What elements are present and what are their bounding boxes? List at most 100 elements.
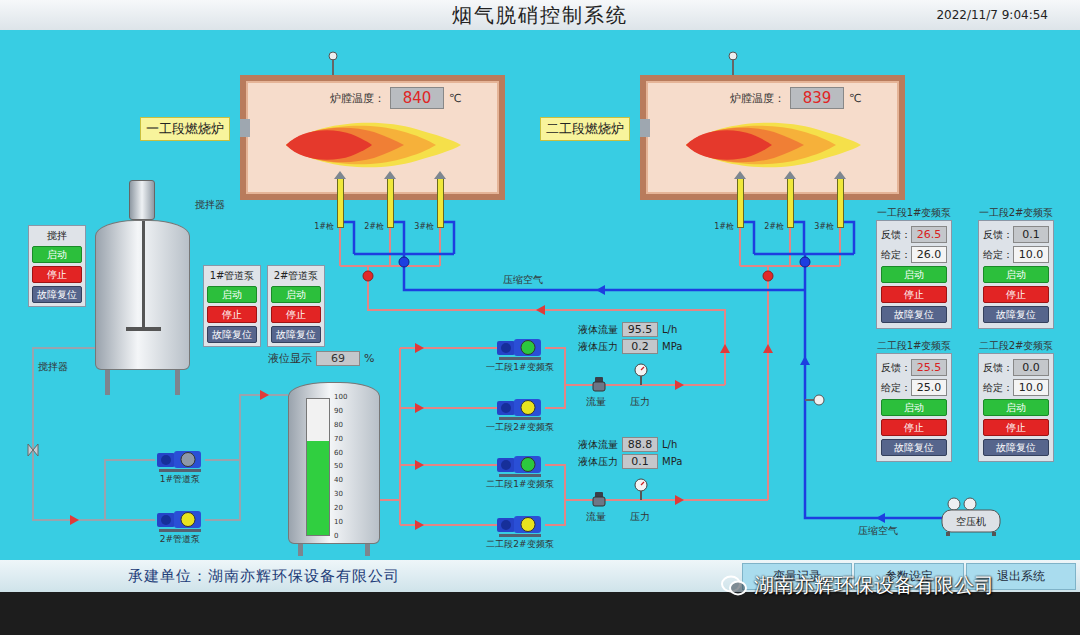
stop-button[interactable]: 停止	[983, 419, 1049, 436]
flow-label: 液体流量	[578, 438, 618, 452]
pump-label: 二工段1#变频泵	[486, 478, 553, 490]
furnace: 一工段燃烧炉炉膛温度：840℃1#枪2#枪3#枪	[240, 75, 505, 200]
stop-button[interactable]: 停止	[32, 266, 82, 283]
scale-tick: 90	[334, 407, 347, 416]
feed-pipe	[205, 459, 240, 461]
vfd-pump[interactable]: 二工段2#变频泵	[465, 512, 575, 550]
stop-button[interactable]: 停止	[881, 286, 947, 303]
furnace-label: 二工段燃烧炉	[540, 117, 630, 141]
pipeline-pump[interactable]: 2#管道泵	[140, 507, 220, 545]
vfd-panel-body: 反馈：25.5给定：25.0启动停止故障复位	[876, 353, 952, 462]
feedback-row: 反馈：26.5	[881, 226, 947, 243]
liquid-pipe	[389, 228, 391, 266]
air-gauge-icon	[814, 395, 824, 405]
start-button[interactable]: 启动	[32, 246, 82, 263]
mixer-shaft-icon	[142, 221, 145, 331]
feedback-value: 26.5	[911, 226, 947, 243]
vfd-pump[interactable]: 一工段2#变频泵	[465, 395, 575, 433]
start-button[interactable]: 启动	[207, 286, 257, 303]
pump-label: 一工段1#变频泵	[486, 361, 553, 373]
vfd-pump[interactable]: 二工段1#变频泵	[465, 452, 575, 490]
storage-tank: 1009080706050403020100	[288, 376, 380, 556]
pump-icon	[495, 452, 545, 478]
stop-button[interactable]: 停止	[271, 306, 321, 323]
start-button[interactable]: 启动	[983, 266, 1049, 283]
tank-leg	[175, 370, 180, 395]
furnace-door	[640, 119, 650, 137]
vfd-pump[interactable]: 一工段1#变频泵	[465, 335, 575, 373]
flow-arrow-icon	[675, 495, 684, 505]
meter-group: 液体流量88.8L/h液体压力0.1MPa流量压力	[578, 437, 708, 529]
reset-button[interactable]: 故障复位	[881, 306, 947, 323]
temperature-unit: ℃	[849, 92, 861, 105]
reset-button[interactable]: 故障复位	[207, 326, 257, 343]
temperature-label: 炉膛温度：	[330, 91, 385, 106]
flowmeter-icon	[592, 492, 606, 508]
air-pipe	[744, 222, 754, 254]
stop-button[interactable]: 停止	[207, 306, 257, 323]
reset-button[interactable]: 故障复位	[983, 306, 1049, 323]
start-button[interactable]: 启动	[881, 399, 947, 416]
vfd-panel: 一工段2#变频泵反馈：0.1给定：10.0启动停止故障复位	[978, 206, 1054, 329]
valve-icon[interactable]	[28, 444, 38, 456]
compressed-air-label: 压缩空气	[503, 273, 543, 287]
wechat-icon	[720, 574, 748, 598]
scale-tick: 80	[334, 421, 347, 430]
air-pipe	[844, 222, 854, 254]
start-button[interactable]: 启动	[881, 266, 947, 283]
flow-value: 88.8	[622, 437, 658, 452]
flow-arrow-icon	[536, 305, 545, 315]
mixer-blade-icon	[126, 327, 161, 331]
air-pipe	[344, 222, 354, 254]
air-compressor[interactable]: 空压机	[940, 496, 1002, 536]
liquid-pipe	[545, 500, 565, 525]
start-button[interactable]: 启动	[983, 399, 1049, 416]
spray-gun-label: 1#枪	[314, 221, 334, 232]
vfd-panel-body: 反馈：0.1给定：10.0启动停止故障复位	[978, 220, 1054, 329]
compressor-label: 空压机	[940, 515, 1002, 529]
flow-value: 95.5	[622, 322, 658, 337]
liquid-pipe	[545, 385, 565, 408]
feedback-value: 25.5	[911, 359, 947, 376]
pump-icon	[155, 447, 205, 473]
watermark: 湖南亦辉环保设备有限公司	[720, 572, 994, 599]
gauge-stem-icon	[805, 399, 814, 401]
thermometer-icon	[726, 51, 740, 75]
start-button[interactable]: 启动	[271, 286, 321, 303]
reset-button[interactable]: 故障复位	[32, 286, 82, 303]
setpoint-input[interactable]: 10.0	[1013, 246, 1049, 263]
setpoint-input[interactable]: 10.0	[1013, 379, 1049, 396]
setpoint-input[interactable]: 26.0	[911, 246, 947, 263]
pressure-readout: 液体压力0.1MPa	[578, 454, 708, 469]
reset-button[interactable]: 故障复位	[271, 326, 321, 343]
spray-gun-icon: 2#枪	[787, 178, 794, 228]
pressure-label: 液体压力	[578, 455, 618, 469]
liquid-pipe	[368, 266, 725, 385]
liquid-pipe	[565, 384, 725, 386]
junction-icon	[399, 257, 409, 267]
reset-button[interactable]: 故障复位	[881, 439, 947, 456]
flame-icon	[286, 117, 461, 173]
junction-icon	[363, 271, 373, 281]
scale-tick: 60	[334, 449, 347, 458]
stop-button[interactable]: 停止	[881, 419, 947, 436]
setpoint-label: 给定：	[983, 381, 1013, 395]
mixer-body	[95, 220, 190, 370]
liquid-pipe	[739, 228, 741, 266]
stop-button[interactable]: 停止	[983, 286, 1049, 303]
vfd-panel: 一工段1#变频泵反馈：26.5给定：26.0启动停止故障复位	[876, 206, 952, 329]
temperature-value: 839	[790, 87, 844, 109]
feedback-label: 反馈：	[881, 228, 911, 242]
pressure-gauge-icon	[633, 478, 649, 500]
control-box: 2#管道泵启动停止故障复位	[267, 265, 325, 347]
pipeline-pump[interactable]: 1#管道泵	[140, 447, 220, 485]
setpoint-input[interactable]: 25.0	[911, 379, 947, 396]
liquid-pipe	[378, 499, 400, 501]
mixer-label: 搅拌器	[195, 198, 225, 212]
temperature-value: 840	[390, 87, 444, 109]
tank-leg	[365, 544, 370, 556]
pressure-tag: 压力	[630, 510, 650, 524]
spray-gun-label: 3#枪	[814, 221, 834, 232]
reset-button[interactable]: 故障复位	[983, 439, 1049, 456]
control-box: 搅拌启动停止故障复位	[28, 225, 86, 307]
